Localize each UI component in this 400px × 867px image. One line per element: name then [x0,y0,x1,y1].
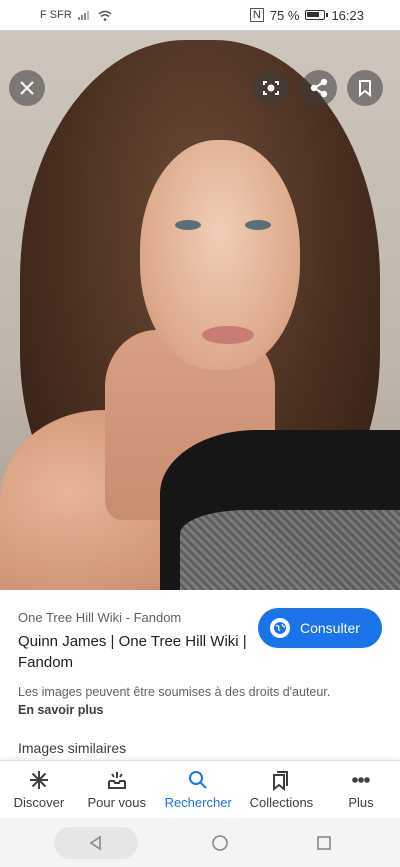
photo-eye-left [175,220,201,230]
wifi-icon [98,10,112,21]
nav-rechercher-label: Rechercher [164,795,232,810]
more-dots-icon [352,777,370,783]
nav-collections[interactable]: Collections [249,769,314,810]
system-back-button[interactable] [54,826,138,859]
inbox-icon [107,772,126,789]
learn-more-link[interactable]: En savoir plus [18,703,103,717]
nav-rechercher[interactable]: Rechercher [165,769,232,810]
consult-button[interactable]: Consulter [258,608,382,648]
similar-images-heading: Images similaires [18,740,127,756]
lens-button[interactable] [253,70,289,106]
close-button[interactable] [9,70,45,106]
nav-collections-label: Collections [249,795,314,810]
lens-icon [263,81,279,95]
photo-lips [202,326,254,344]
photo-knit [180,510,400,590]
globe-icon [270,618,290,638]
share-icon [310,78,328,98]
copyright-notice: Les images peuvent être soumises à des d… [18,685,331,699]
share-button[interactable] [301,70,337,106]
nav-discover[interactable]: Discover [9,769,69,810]
search-icon [189,771,207,789]
result-source[interactable]: One Tree Hill Wiki - Fandom [18,610,181,625]
battery-percent: 75 % [269,7,300,23]
result-info-panel: One Tree Hill Wiki - Fandom Quinn James … [0,590,400,760]
consult-label: Consulter [300,620,360,636]
battery-icon [305,10,329,20]
recents-square-icon [317,835,331,850]
nav-discover-label: Discover [13,795,65,810]
nav-pour-vous-label: Pour vous [87,795,146,810]
nav-plus-label: Plus [348,795,374,810]
system-home-button[interactable] [198,827,242,859]
signal-icon [77,11,89,20]
carrier-label: F SFR [40,9,72,21]
close-icon [20,81,34,95]
photo-eye-right [245,220,271,230]
status-left: F SFR [40,9,112,21]
result-image[interactable] [0,30,400,590]
bookmark-icon [359,80,371,98]
home-circle-icon [212,834,228,851]
result-title[interactable]: Quinn James | One Tree Hill Wiki | Fando… [18,631,248,673]
nfc-icon: N [249,8,264,22]
status-bar: F SFR N 75 % 16:23 [0,0,400,30]
back-triangle-icon [89,835,101,850]
nav-pour-vous[interactable]: Pour vous [87,769,147,810]
nav-plus[interactable]: Plus [331,769,391,810]
system-nav-bar [0,818,400,867]
bookmark-button[interactable] [347,70,383,106]
status-right: N 75 % 16:23 [249,7,364,23]
asterisk-icon [29,771,48,789]
system-recents-button[interactable] [302,827,346,859]
bottom-nav: Discover Pour vous Rechercher Collection… [0,760,400,818]
collections-icon [273,771,289,791]
clock: 16:23 [331,7,364,23]
